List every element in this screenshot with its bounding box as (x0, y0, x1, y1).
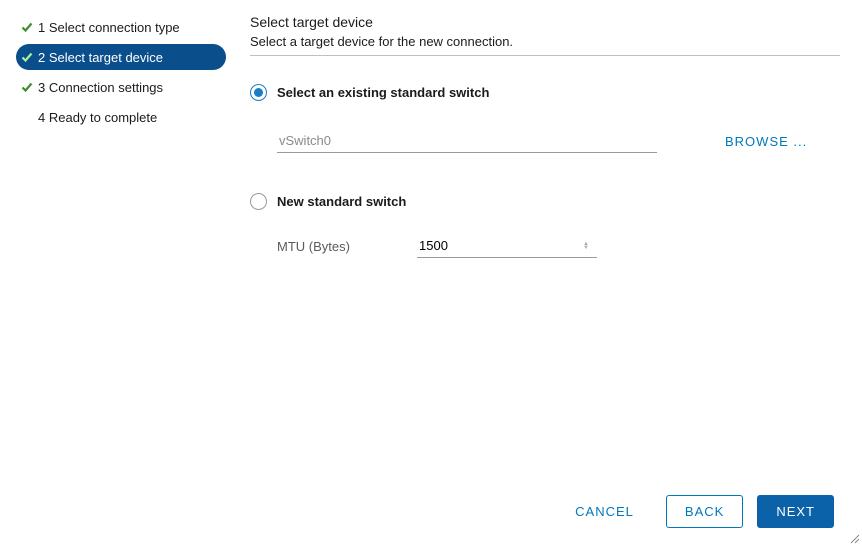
mtu-stepper[interactable]: ▲ ▼ (583, 242, 589, 250)
existing-switch-input[interactable] (277, 129, 657, 153)
mtu-label: MTU (Bytes) (277, 239, 417, 254)
step-label: 2 Select target device (38, 50, 163, 65)
main-panel: Select target device Select a target dev… (226, 14, 846, 462)
check-icon (20, 50, 34, 64)
step-label: 4 Ready to complete (38, 110, 157, 125)
radio-new-switch-row[interactable]: New standard switch (250, 193, 840, 210)
mtu-input[interactable] (417, 234, 597, 258)
check-icon (20, 110, 34, 124)
radio-new-switch[interactable] (250, 193, 267, 210)
back-button[interactable]: BACK (666, 495, 743, 528)
radio-existing-switch-row[interactable]: Select an existing standard switch (250, 84, 840, 101)
divider (250, 55, 840, 56)
step-connection-settings[interactable]: 3 Connection settings (16, 74, 226, 100)
chevron-down-icon[interactable]: ▼ (583, 246, 589, 250)
resize-grip-icon[interactable] (848, 532, 860, 544)
wizard-steps: 1 Select connection type 2 Select target… (16, 14, 226, 462)
step-ready-to-complete[interactable]: 4 Ready to complete (16, 104, 226, 130)
radio-existing-switch[interactable] (250, 84, 267, 101)
step-label: 3 Connection settings (38, 80, 163, 95)
page-subtitle: Select a target device for the new conne… (250, 34, 840, 49)
page-title: Select target device (250, 14, 840, 30)
cancel-button[interactable]: CANCEL (557, 496, 652, 527)
browse-button[interactable]: BROWSE ... (725, 134, 807, 149)
step-label: 1 Select connection type (38, 20, 180, 35)
radio-existing-switch-label: Select an existing standard switch (277, 85, 489, 100)
next-button[interactable]: NEXT (757, 495, 834, 528)
check-icon (20, 20, 34, 34)
step-select-target-device[interactable]: 2 Select target device (16, 44, 226, 70)
step-select-connection-type[interactable]: 1 Select connection type (16, 14, 226, 40)
check-icon (20, 80, 34, 94)
wizard-footer: CANCEL BACK NEXT (557, 495, 834, 528)
radio-new-switch-label: New standard switch (277, 194, 406, 209)
